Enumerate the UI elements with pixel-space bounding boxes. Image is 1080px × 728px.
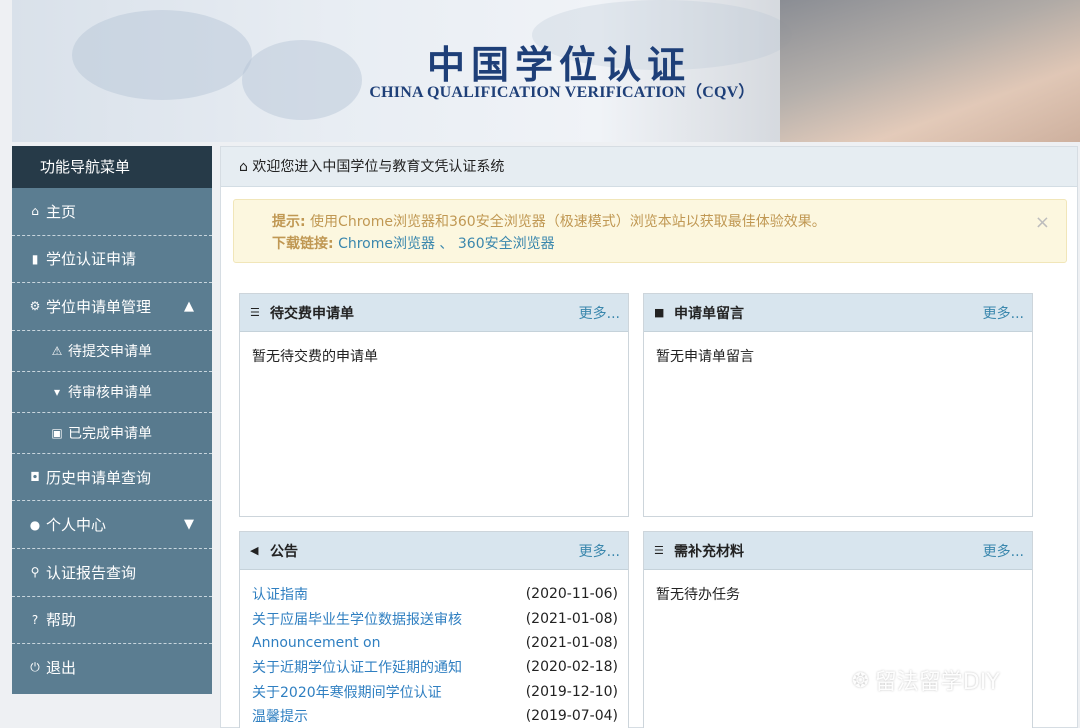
- notice-date: (2019-07-04): [525, 708, 618, 725]
- list-item: 温馨提示 (2019-07-04): [252, 704, 618, 728]
- sidebar-item-label: 退出: [46, 659, 77, 678]
- banner-photo: [780, 0, 1080, 142]
- list-item: 认证指南 (2020-11-06): [252, 582, 618, 606]
- sidebar-item-label: 学位认证申请: [46, 250, 137, 269]
- sidebar-item-label: 待提交申请单: [68, 343, 152, 360]
- panel-title: 待交费申请单: [270, 305, 354, 322]
- bullhorn-icon: ◀: [250, 544, 259, 557]
- home-icon: ⌂: [31, 204, 39, 219]
- messages-panel: ■ 申请单留言 更多... 暂无申请单留言: [643, 293, 1033, 517]
- notice-link[interactable]: 认证指南: [252, 584, 308, 604]
- notice-link[interactable]: 关于应届毕业生学位数据报送审核: [252, 609, 462, 629]
- more-link[interactable]: 更多...: [983, 541, 1024, 561]
- list-icon: ☰: [250, 306, 260, 319]
- home-icon: ⌂: [239, 159, 248, 175]
- sidebar-item-help[interactable]: ? 帮助: [12, 597, 212, 645]
- sidebar-item-home[interactable]: ⌂ 主页: [12, 188, 212, 236]
- warning-icon: ⚠: [51, 343, 63, 358]
- tasks-icon: ☰: [654, 544, 664, 557]
- sidebar-item-pending-review[interactable]: ▾ 待审核申请单: [12, 371, 212, 413]
- main-content: ⌂ 欢迎您进入中国学位与教育文凭认证系统 提示: 使用Chrome浏览器和360…: [220, 146, 1078, 728]
- tip-text: 使用Chrome浏览器和360安全浏览器（极速模式）浏览本站以获取最佳体验效果。: [305, 214, 826, 230]
- watermark-text: 留法留学DIY: [874, 670, 1000, 695]
- search-icon: ⚲: [30, 565, 40, 580]
- sidebar-item-label: 待审核申请单: [68, 384, 152, 401]
- notice-list: 认证指南 (2020-11-06) 关于应届毕业生学位数据报送审核 (2021-…: [240, 570, 628, 728]
- file-icon: ▮: [31, 251, 39, 266]
- chevron-up-icon[interactable]: ▲: [184, 299, 194, 314]
- notice-date: (2019-12-10): [525, 683, 618, 700]
- notice-date: (2020-02-18): [525, 659, 618, 676]
- link-separator: 、: [434, 236, 454, 252]
- cart-icon: ▾: [53, 384, 61, 399]
- sidebar-header: 功能导航菜单: [12, 146, 212, 188]
- materials-panel: ☰ 需补充材料 更多... 暂无待办任务: [643, 531, 1033, 728]
- more-link[interactable]: 更多...: [983, 303, 1024, 323]
- watermark: ❂ 留法留学DIY: [852, 664, 1000, 696]
- list-item: 关于2020年寒假期间学位认证 (2019-12-10): [252, 680, 618, 704]
- sidebar-item-logout[interactable]: ⏻ 退出: [12, 644, 212, 692]
- more-link[interactable]: 更多...: [579, 541, 620, 561]
- sidebar-item-report-query[interactable]: ⚲ 认证报告查询: [12, 549, 212, 597]
- sidebar-item-label: 帮助: [46, 611, 77, 630]
- site-banner: 中国学位认证 CHINA QUALIFICATION VERIFICATION（…: [12, 0, 1080, 142]
- notice-link[interactable]: 关于近期学位认证工作延期的通知: [252, 657, 462, 677]
- panel-title: 需补充材料: [674, 543, 744, 560]
- download-label: 下载链接:: [272, 236, 334, 252]
- briefcase-icon: ▣: [51, 425, 63, 440]
- sidebar-item-label: 认证报告查询: [46, 563, 137, 582]
- chevron-down-icon[interactable]: ▼: [184, 517, 194, 532]
- sidebar-item-completed[interactable]: ▣ 已完成申请单: [12, 412, 212, 454]
- notice-date: (2020-11-06): [525, 586, 618, 603]
- list-item: 关于近期学位认证工作延期的通知 (2020-02-18): [252, 655, 618, 679]
- help-icon: ?: [31, 612, 39, 627]
- sidebar-item-label: 主页: [46, 202, 77, 221]
- notice-link[interactable]: 关于2020年寒假期间学位认证: [252, 682, 442, 702]
- sidebar-nav: 功能导航菜单 ⌂ 主页 ▮ 学位认证申请 ⚙ 学位申请单管理 ▲ ⚠ 待提交申请…: [12, 146, 212, 694]
- sidebar-item-label: 个人中心: [46, 516, 107, 535]
- sidebar-item-label: 历史申请单查询: [46, 468, 152, 487]
- power-icon: ⏻: [30, 660, 40, 675]
- page-title-text: 欢迎您进入中国学位与教育文凭认证系统: [252, 159, 505, 175]
- empty-message: 暂无待交费的申请单: [252, 349, 378, 365]
- notice-date: (2021-01-08): [525, 610, 618, 627]
- panel-title: 公告: [270, 543, 298, 560]
- 360-download-link[interactable]: 360安全浏览器: [458, 236, 555, 252]
- sidebar-item-history[interactable]: ◘ 历史申请单查询: [12, 454, 212, 502]
- panel-title: 申请单留言: [674, 305, 744, 322]
- notice-link[interactable]: Announcement on: [252, 635, 380, 651]
- tip-label: 提示:: [272, 214, 306, 230]
- close-icon[interactable]: ×: [1035, 212, 1050, 234]
- user-icon: ●: [29, 517, 41, 532]
- empty-message: 暂无申请单留言: [656, 349, 754, 365]
- camera-icon: ◘: [30, 470, 40, 485]
- comment-icon: ■: [654, 306, 665, 319]
- pending-payment-panel: ☰ 待交费申请单 更多... 暂无待交费的申请单: [239, 293, 629, 517]
- page-title: ⌂ 欢迎您进入中国学位与教育文凭认证系统: [221, 147, 1077, 187]
- sidebar-item-label: 学位申请单管理: [46, 297, 152, 316]
- list-item: Announcement on (2021-01-08): [252, 631, 618, 655]
- sidebar-item-degree-application[interactable]: ▮ 学位认证申请: [12, 236, 212, 284]
- sidebar-item-pending-submit[interactable]: ⚠ 待提交申请单: [12, 330, 212, 372]
- wechat-icon: ❂: [852, 668, 869, 692]
- sidebar-item-application-management[interactable]: ⚙ 学位申请单管理 ▲: [12, 283, 212, 331]
- gear-icon: ⚙: [29, 299, 41, 314]
- notices-panel: ◀ 公告 更多... 认证指南 (2020-11-06) 关于应届毕业生学位数据…: [239, 531, 629, 728]
- browser-tip-alert: 提示: 使用Chrome浏览器和360安全浏览器（极速模式）浏览本站以获取最佳体…: [233, 199, 1067, 263]
- notice-date: (2021-01-08): [525, 634, 618, 651]
- sidebar-item-label: 已完成申请单: [68, 425, 152, 442]
- list-item: 关于应届毕业生学位数据报送审核 (2021-01-08): [252, 606, 618, 630]
- notice-link[interactable]: 温馨提示: [252, 706, 308, 726]
- more-link[interactable]: 更多...: [579, 303, 620, 323]
- site-subtitle: CHINA QUALIFICATION VERIFICATION（CQV）: [369, 84, 755, 101]
- empty-message: 暂无待办任务: [656, 587, 740, 603]
- chrome-download-link[interactable]: Chrome浏览器: [338, 236, 435, 252]
- sidebar-item-personal-center[interactable]: ● 个人中心 ▼: [12, 501, 212, 549]
